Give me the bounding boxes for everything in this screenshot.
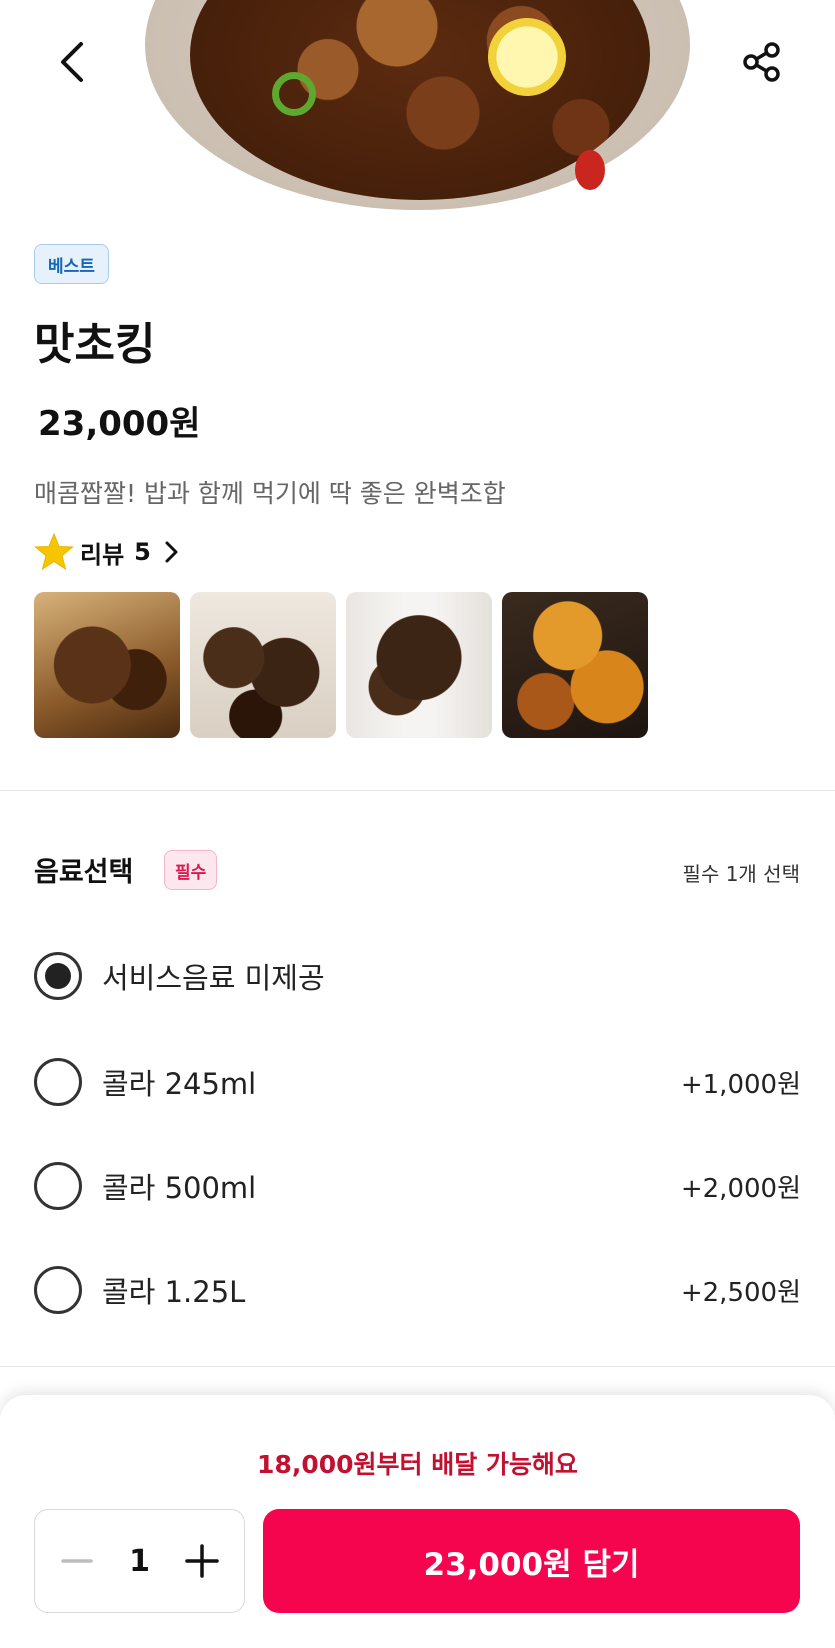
chevron-left-icon: [61, 42, 83, 82]
option-extra-price: +1,000원: [680, 1069, 801, 1100]
red-pepper-shape: [575, 150, 605, 190]
increase-button[interactable]: [182, 1541, 222, 1581]
review-link[interactable]: 리뷰 5: [34, 532, 179, 572]
quantity-stepper: 1: [34, 1509, 245, 1613]
section-divider: [0, 790, 835, 791]
review-photo[interactable]: [502, 592, 648, 738]
section-divider: [0, 1366, 835, 1367]
plus-icon: [185, 1544, 219, 1578]
review-photo[interactable]: [190, 592, 336, 738]
option-item[interactable]: 콜라 500ml +2,000원: [34, 1156, 801, 1216]
decrease-button[interactable]: [57, 1541, 97, 1581]
chevron-right-icon: [163, 540, 179, 564]
option-extra-price: +2,000원: [680, 1173, 801, 1204]
option-name: 서비스음료 미제공: [102, 961, 325, 995]
star-icon: [34, 532, 74, 571]
product-price: 23,000원: [38, 404, 201, 444]
review-photo-list: [34, 592, 648, 738]
required-badge: 필수: [164, 850, 218, 890]
product-name: 맛초킹: [34, 319, 156, 370]
radio-button[interactable]: [34, 1266, 82, 1314]
radio-button[interactable]: [34, 952, 82, 1000]
option-rule: 필수 1개 선택: [682, 862, 800, 886]
review-photo[interactable]: [346, 592, 492, 738]
product-hero-image: [0, 0, 835, 210]
min-order-notice: 18,000원부터 배달 가능해요: [257, 1450, 578, 1479]
option-item[interactable]: 서비스음료 미제공: [34, 946, 801, 1006]
back-button[interactable]: [42, 32, 102, 92]
option-group-title: 음료선택: [34, 857, 134, 888]
review-label: 리뷰: [80, 540, 125, 569]
option-name: 콜라 500ml: [102, 1171, 257, 1205]
option-name: 콜라 1.25L: [102, 1275, 246, 1309]
share-icon: [743, 42, 780, 82]
best-badge: 베스트: [34, 244, 109, 284]
radio-button[interactable]: [34, 1058, 82, 1106]
green-pepper-shape: [272, 72, 316, 116]
minus-icon: [61, 1559, 93, 1563]
option-item[interactable]: 콜라 245ml +1,000원: [34, 1052, 801, 1112]
quantity-value: 1: [129, 1543, 150, 1579]
option-name: 콜라 245ml: [102, 1067, 257, 1101]
add-to-cart-button[interactable]: 23,000원 담기: [263, 1509, 800, 1613]
review-count: 5: [134, 538, 151, 566]
option-extra-price: +2,500원: [680, 1277, 801, 1308]
product-description: 매콤짭짤! 밥과 함께 먹기에 딱 좋은 완벽조합: [34, 479, 506, 508]
share-button[interactable]: [732, 32, 792, 92]
radio-button[interactable]: [34, 1162, 82, 1210]
option-item[interactable]: 콜라 1.25L +2,500원: [34, 1260, 801, 1320]
review-photo[interactable]: [34, 592, 180, 738]
